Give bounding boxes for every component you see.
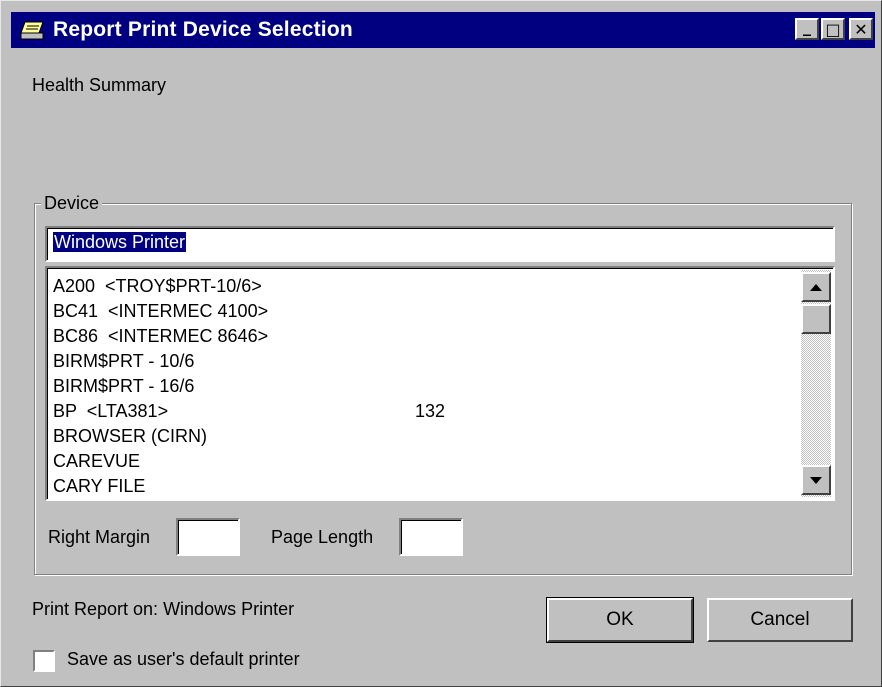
page-length-label: Page Length xyxy=(271,527,374,547)
print-report-on-label: Print Report on: Windows Printer xyxy=(32,599,295,619)
device-list-items: A200 <TROY$PRT-10/6> BC41 <INTERMEC 4100>… xyxy=(53,274,783,499)
scroll-up-button[interactable] xyxy=(801,272,831,302)
maximize-button[interactable]: □ xyxy=(821,18,845,40)
scroll-down-button[interactable] xyxy=(801,465,831,495)
list-item[interactable]: BIRM$PRT - 16/6 xyxy=(53,374,783,399)
device-group-label: Device xyxy=(41,193,103,214)
list-item[interactable]: A200 <TROY$PRT-10/6> xyxy=(53,274,783,299)
default-printer-label: Save as user's default printer xyxy=(67,649,300,669)
page-length-input[interactable] xyxy=(399,518,463,556)
close-icon: ✕ xyxy=(854,19,868,39)
close-button[interactable]: ✕ xyxy=(849,18,873,40)
ok-button[interactable]: OK xyxy=(546,597,694,643)
minimize-button[interactable]: _ xyxy=(795,16,819,40)
printer-icon xyxy=(20,21,44,40)
report-name-label: Health Summary xyxy=(32,75,167,95)
cancel-button[interactable]: Cancel xyxy=(707,598,853,642)
list-item-name: BC86 <INTERMEC 8646> xyxy=(53,326,269,346)
vertical-scrollbar[interactable] xyxy=(801,270,831,497)
list-item[interactable]: BC41 <INTERMEC 4100> xyxy=(53,299,783,324)
list-item-name: BC41 <INTERMEC 4100> xyxy=(53,301,269,321)
list-item[interactable]: CAREVUE xyxy=(53,449,783,474)
list-item[interactable]: BROWSER (CIRN) xyxy=(53,424,783,449)
minimize-icon: _ xyxy=(803,16,811,36)
dialog-window: Report Print Device Selection _ □ ✕ Heal… xyxy=(0,0,882,687)
default-printer-checkbox[interactable] xyxy=(33,650,55,672)
arrow-down-icon xyxy=(810,476,822,484)
list-item-name: BIRM$PRT - 16/6 xyxy=(53,376,195,396)
list-item[interactable]: BP <LTA381> 132 xyxy=(53,399,783,424)
device-input[interactable]: Windows Printer xyxy=(45,226,835,262)
list-item-name: BIRM$PRT - 10/6 xyxy=(53,351,195,371)
scroll-thumb[interactable] xyxy=(801,304,831,334)
list-item[interactable]: BIRM$PRT - 10/6 xyxy=(53,349,783,374)
maximize-icon: □ xyxy=(825,19,841,39)
right-margin-label: Right Margin xyxy=(48,527,151,547)
arrow-up-icon xyxy=(810,283,822,291)
device-input-value: Windows Printer xyxy=(53,232,187,252)
list-item[interactable]: CARY FILE xyxy=(53,474,783,499)
device-listbox[interactable]: A200 <TROY$PRT-10/6> BC41 <INTERMEC 4100>… xyxy=(45,266,835,501)
list-item-name: BP <LTA381> xyxy=(53,401,169,421)
window-title: Report Print Device Selection xyxy=(53,18,353,41)
right-margin-input[interactable] xyxy=(176,518,240,556)
list-item-extra: 132 xyxy=(415,401,446,421)
list-item-name: CAREVUE xyxy=(53,451,141,471)
title-bar[interactable]: Report Print Device Selection _ □ ✕ xyxy=(11,12,875,48)
list-item-name: BROWSER (CIRN) xyxy=(53,426,207,446)
list-item-name: A200 <TROY$PRT-10/6> xyxy=(53,276,262,296)
list-item-name: CARY FILE xyxy=(53,476,146,496)
list-item[interactable]: BC86 <INTERMEC 8646> xyxy=(53,324,783,349)
